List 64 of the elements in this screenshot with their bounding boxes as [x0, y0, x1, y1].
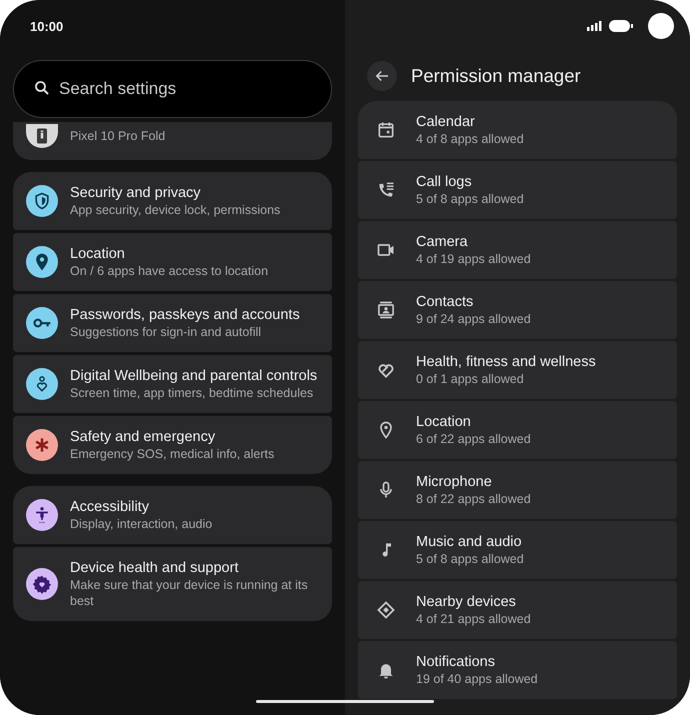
settings-item[interactable]: Safety and emergency Emergency SOS, medical info, alerts: [13, 416, 332, 474]
item-subtitle: 9 of 24 apps allowed: [416, 311, 531, 327]
item-title: Nearby devices: [416, 593, 517, 611]
item-subtitle: On / 6 apps have access to location: [70, 263, 268, 279]
permission-item[interactable]: Camera 4 of 19 apps allowed: [358, 221, 677, 279]
item-subtitle: Display, interaction, audio: [70, 516, 212, 532]
item-title: Camera: [416, 233, 469, 251]
item-title: Health, fitness and wellness: [416, 353, 596, 371]
item-subtitle: 5 of 8 apps allowed: [416, 551, 524, 567]
item-title: Call logs: [416, 173, 473, 191]
item-title: Device health and support: [70, 559, 240, 577]
contact-card-icon: [376, 300, 396, 320]
page-title: Permission manager: [411, 65, 581, 87]
item-title: Notifications: [416, 653, 496, 671]
calendar-icon: [376, 120, 396, 140]
settings-item[interactable]: Digital Wellbeing and parental controls Screen time, app timers, bedtime schedules: [13, 355, 332, 413]
item-title: Microphone: [416, 473, 493, 491]
item-title: Location: [416, 413, 472, 431]
item-subtitle: Suggestions for sign-in and autofill: [70, 324, 262, 340]
permission-item[interactable]: Music and audio 5 of 8 apps allowed: [358, 521, 677, 579]
item-subtitle: 4 of 19 apps allowed: [416, 251, 531, 267]
item-subtitle: Pixel 10 Pro Fold: [70, 128, 166, 144]
permission-item[interactable]: Health, fitness and wellness 0 of 1 apps allowed: [358, 341, 677, 399]
battery-icon: [609, 20, 633, 32]
item-subtitle: 8 of 22 apps allowed: [416, 491, 531, 507]
permission-item[interactable]: Contacts 9 of 24 apps allowed: [358, 281, 677, 339]
item-title: Digital Wellbeing and parental controls: [70, 367, 318, 385]
item-subtitle: Make sure that your device is running at its best: [70, 577, 309, 609]
item-title: Music and audio: [416, 533, 523, 551]
item-title: Security and privacy: [70, 184, 202, 202]
item-title: Contacts: [416, 293, 474, 311]
settings-item[interactable]: Pixel 10 Pro Fold: [13, 122, 332, 160]
status-time: 10:00: [30, 18, 64, 34]
item-subtitle: 6 of 22 apps allowed: [416, 431, 531, 447]
item-title: Calendar: [416, 113, 476, 131]
permission-item[interactable]: Microphone 8 of 22 apps allowed: [358, 461, 677, 519]
item-subtitle: 4 of 8 apps allowed: [416, 131, 524, 147]
item-title: Location: [70, 245, 126, 263]
settings-item[interactable]: Accessibility Display, interaction, audio: [13, 486, 332, 544]
item-subtitle: 5 of 8 apps allowed: [416, 191, 524, 207]
diamond-icon: [376, 600, 396, 620]
permission-item[interactable]: Calendar 4 of 8 apps allowed: [358, 101, 677, 159]
permission-item[interactable]: Location 6 of 22 apps allowed: [358, 401, 677, 459]
settings-item[interactable]: Device health and support Make sure that your device is running at its best: [13, 547, 332, 621]
permission-item[interactable]: Nearby devices 4 of 21 apps allowed: [358, 581, 677, 639]
item-subtitle: 4 of 21 apps allowed: [416, 611, 531, 627]
item-subtitle: Screen time, app timers, bedtime schedules: [70, 385, 314, 401]
item-title: Safety and emergency: [70, 428, 216, 446]
item-subtitle: 0 of 1 apps allowed: [416, 371, 525, 387]
permission-item[interactable]: Notifications 19 of 40 apps allowed: [358, 641, 677, 699]
permission-item[interactable]: Call logs 5 of 8 apps allowed: [358, 161, 677, 219]
item-subtitle: 19 of 40 apps allowed: [416, 671, 538, 687]
item-title: Accessibility: [70, 498, 150, 516]
item-title: Passwords, passkeys and accounts: [70, 306, 300, 324]
back-button[interactable]: [367, 61, 397, 91]
item-subtitle: Emergency SOS, medical info, alerts: [70, 446, 274, 462]
settings-item[interactable]: Security and privacy App security, device lock, permissions: [13, 172, 332, 230]
search-field[interactable]: Search settings: [13, 60, 332, 118]
settings-item[interactable]: Passwords, passkeys and accounts Suggestions for sign-in and autofill: [13, 294, 332, 352]
camera-cutout-icon: [647, 12, 675, 40]
settings-item[interactable]: Location On / 6 apps have access to location: [13, 233, 332, 291]
signal-icon: [587, 21, 603, 31]
search-icon: [33, 79, 51, 97]
item-subtitle: App security, device lock, permissions: [70, 202, 280, 218]
